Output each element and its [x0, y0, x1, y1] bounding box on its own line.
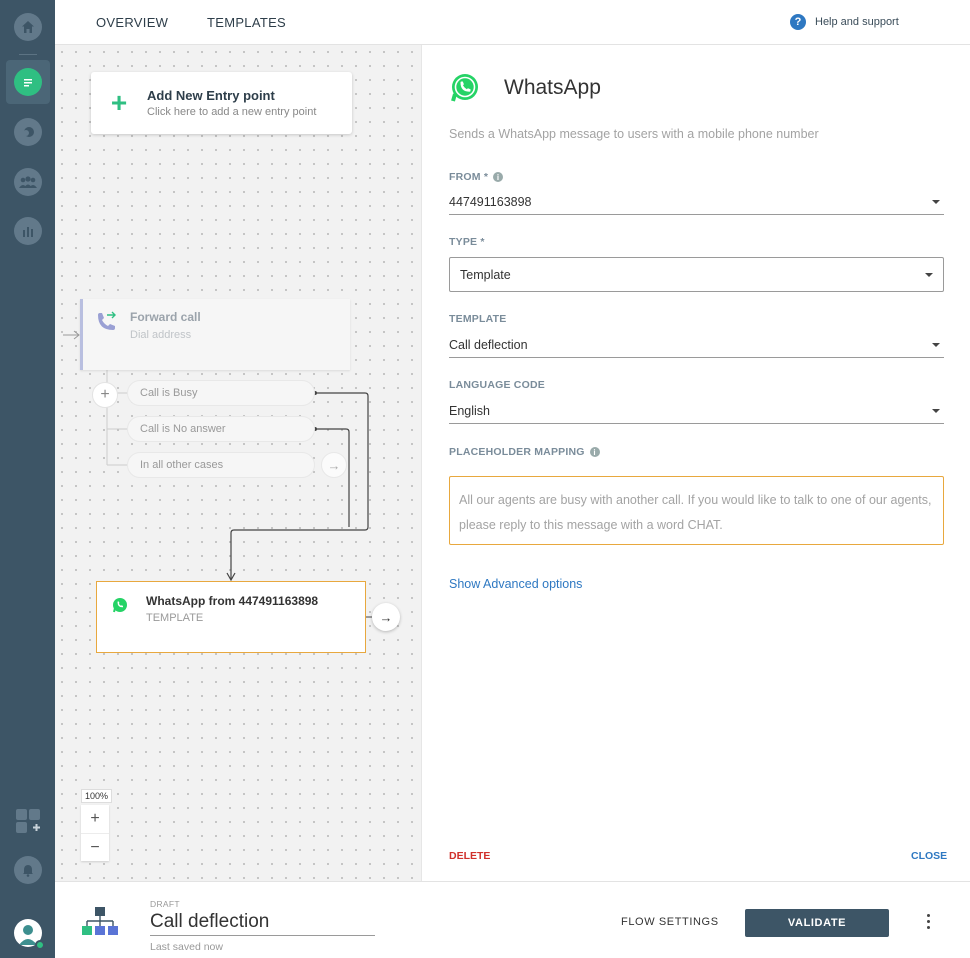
placeholder-label: PLACEHOLDER MAPPING i — [449, 446, 600, 458]
placeholder-label-text: PLACEHOLDER MAPPING — [449, 446, 585, 458]
type-label-text: TYPE * — [449, 236, 485, 248]
type-label: TYPE * — [449, 236, 485, 248]
condition-busy[interactable]: Call is Busy — [127, 380, 315, 406]
arrow-right-icon: → — [379, 609, 393, 625]
template-select[interactable]: Call deflection — [449, 332, 944, 358]
info-icon: i — [493, 172, 504, 182]
flow-name-input[interactable]: Call deflection — [150, 911, 375, 936]
home-button[interactable] — [6, 5, 50, 49]
bar-chart-icon — [14, 217, 42, 245]
whatsapp-icon — [113, 598, 127, 613]
template-label: TEMPLATE — [449, 313, 506, 325]
arrow-right-icon: → — [327, 457, 341, 473]
plus-icon: + — [100, 386, 110, 403]
language-value: English — [449, 403, 490, 418]
dot — [926, 920, 930, 923]
chat-bubbles-icon — [14, 118, 42, 146]
flows-button[interactable] — [6, 60, 50, 104]
language-label: LANGUAGE CODE — [449, 379, 545, 391]
help-icon: ? — [790, 14, 806, 30]
panel-description: Sends a WhatsApp message to users with a… — [449, 127, 819, 141]
plus-icon: + — [110, 87, 128, 118]
left-rail — [0, 0, 55, 958]
type-select[interactable]: Template — [449, 257, 944, 292]
caret-down-icon — [925, 272, 933, 277]
from-value: 447491163898 — [449, 194, 532, 209]
entry-subtitle: Click here to add a new entry point — [147, 106, 317, 118]
language-label-text: LANGUAGE CODE — [449, 379, 545, 391]
template-value: Call deflection — [449, 337, 528, 352]
dot — [926, 914, 930, 917]
zoom-controls: + − — [81, 805, 109, 861]
apps-button[interactable] — [6, 799, 50, 843]
placeholder-mapping-input[interactable]: All our agents are busy with another cal… — [449, 476, 944, 545]
from-label: FROM * i — [449, 171, 504, 183]
whatsapp-node-title: WhatsApp from 447491163898 — [146, 594, 319, 608]
condition-no-answer[interactable]: Call is No answer — [127, 416, 315, 442]
apps-add-icon — [16, 809, 40, 833]
add-condition-button[interactable]: + — [92, 382, 118, 408]
zoom-level: 100% — [81, 789, 113, 803]
zoom-out-button[interactable]: − — [81, 833, 109, 861]
forward-call-node[interactable]: Forward call Dial address — [80, 299, 350, 370]
flow-status: DRAFT — [150, 899, 180, 909]
zoom-in-button[interactable]: + — [81, 805, 109, 833]
top-bar: OVERVIEW TEMPLATES ? Help and support — [55, 0, 970, 45]
status-gear-icon — [35, 940, 45, 950]
home-icon — [14, 13, 42, 41]
info-icon: i — [589, 447, 600, 457]
whatsapp-node[interactable]: WhatsApp from 447491163898 TEMPLATE — [96, 581, 366, 653]
caret-down-icon — [932, 342, 940, 347]
template-label-text: TEMPLATE — [449, 313, 507, 325]
whatsapp-node-connector[interactable]: → — [372, 603, 400, 631]
bell-icon — [14, 856, 42, 884]
close-button[interactable]: CLOSE — [911, 850, 947, 862]
flow-chat-icon — [14, 68, 42, 96]
dot — [926, 926, 930, 929]
more-options-button[interactable] — [923, 914, 933, 929]
panel-title: WhatsApp — [504, 76, 601, 99]
language-select[interactable]: English — [449, 398, 944, 424]
caret-down-icon — [932, 408, 940, 413]
validate-button[interactable]: VALIDATE — [745, 909, 889, 937]
show-advanced-options-link[interactable]: Show Advanced options — [449, 577, 582, 591]
entry-title: Add New Entry point — [147, 88, 275, 103]
condition-other-connector[interactable]: → — [321, 452, 347, 478]
help-and-support-link[interactable]: ? Help and support — [790, 14, 899, 30]
people-icon — [14, 168, 42, 196]
flow-settings-button[interactable]: FLOW SETTINGS — [621, 916, 719, 928]
notifications-button[interactable] — [6, 848, 50, 892]
people-button[interactable] — [6, 160, 50, 204]
conversations-button[interactable] — [6, 110, 50, 154]
help-label: Help and support — [815, 16, 899, 28]
rail-divider — [19, 54, 37, 55]
forward-call-subtitle: Dial address — [130, 329, 192, 341]
add-entry-point-card[interactable]: + Add New Entry point Click here to add … — [91, 72, 352, 134]
last-saved-text: Last saved now — [150, 941, 223, 953]
analytics-button[interactable] — [6, 209, 50, 253]
flow-canvas[interactable]: + Add New Entry point Click here to add … — [55, 45, 421, 881]
forward-call-title: Forward call — [130, 310, 201, 324]
bottom-bar: DRAFT Call deflection Last saved now FLO… — [55, 881, 970, 958]
flow-hierarchy-icon — [82, 907, 118, 935]
whatsapp-node-subtitle: TEMPLATE — [146, 612, 204, 624]
caret-down-icon — [932, 199, 940, 204]
whatsapp-logo-icon — [451, 74, 478, 102]
delete-button[interactable]: DELETE — [449, 850, 490, 862]
tab-templates[interactable]: TEMPLATES — [207, 15, 286, 30]
whatsapp-settings-panel: WhatsApp Sends a WhatsApp message to use… — [421, 45, 970, 881]
type-value: Template — [460, 267, 511, 282]
profile-button[interactable] — [6, 911, 50, 955]
condition-other[interactable]: In all other cases — [127, 452, 315, 478]
tab-overview[interactable]: OVERVIEW — [96, 15, 168, 30]
phone-forward-icon — [98, 311, 116, 330]
from-label-text: FROM * — [449, 171, 489, 183]
from-select[interactable]: 447491163898 — [449, 189, 944, 215]
